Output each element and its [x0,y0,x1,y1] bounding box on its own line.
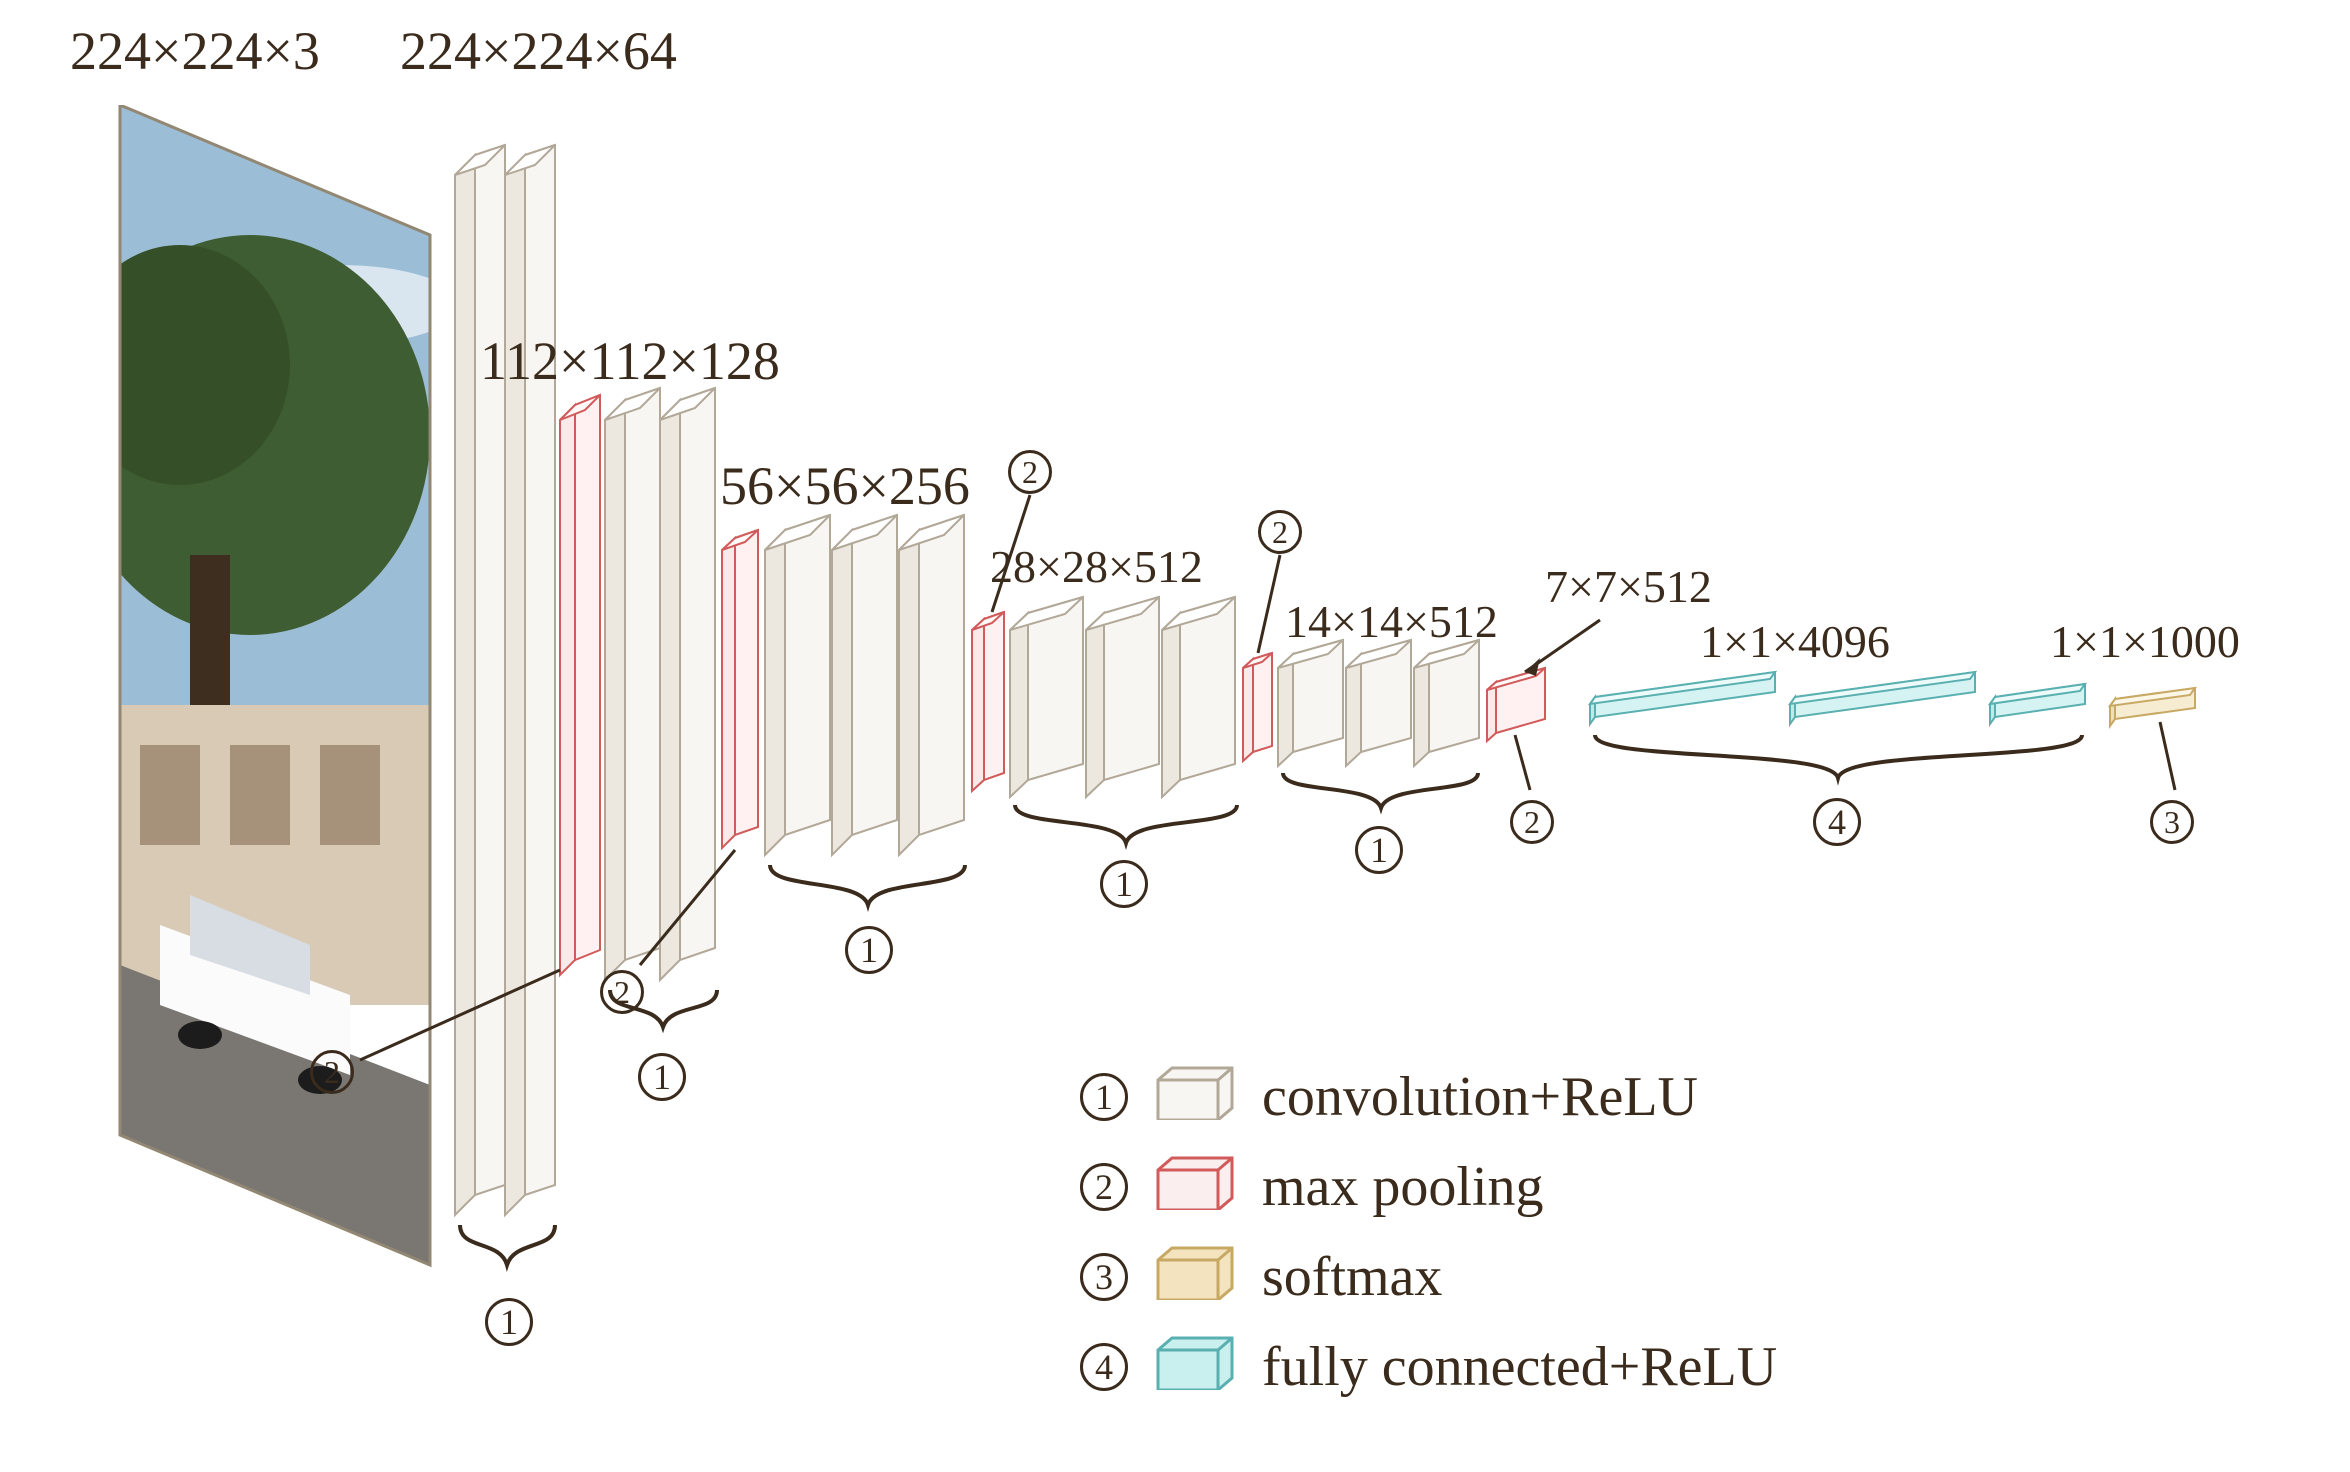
label-stage3-dims: 56×56×256 [720,455,970,517]
label-fc1000-dims: 1×1×1000 [2050,615,2240,668]
legend-cube-softmax [1150,1240,1240,1314]
ref-stage1-conv: 1 [485,1290,533,1346]
legend-row-pool: 2 max pooling [1080,1150,1777,1224]
label-pool5-dims: 7×7×512 [1545,560,1712,613]
legend-cube-fc [1150,1330,1240,1404]
legend-label-conv: convolution+ReLU [1262,1065,1698,1129]
ref-stage3-conv: 1 [845,918,893,974]
ref-pool5: 2 [1510,790,1554,845]
legend-label-softmax: softmax [1262,1245,1442,1309]
brace-stage3 [765,860,975,920]
label-stage4-dims: 28×28×512 [990,540,1203,593]
legend-num-1: 1 [1080,1073,1128,1121]
ref-pool3-top: 2 [1008,440,1052,495]
brace-stage5 [1278,768,1488,820]
label-stage1-dims: 224×224×64 [400,20,677,82]
diagram-stage: 224×224×3 224×224×64 112×112×128 56×56×2… [0,0,2350,1472]
ref-stage4-conv: 1 [1100,852,1148,908]
legend: 1 convolution+ReLU 2 max pooling 3 softm… [1080,1060,1777,1420]
ref-softmax: 3 [2150,790,2194,845]
label-fc4096-dims: 1×1×4096 [1700,615,1890,668]
legend-row-softmax: 3 softmax [1080,1240,1777,1314]
ref-stage2-conv: 1 [638,1045,686,1101]
brace-stage1 [455,1220,565,1290]
legend-row-fc: 4 fully connected+ReLU [1080,1330,1777,1404]
ref-pool4-top: 2 [1258,500,1302,555]
ref-fc: 4 [1813,790,1861,846]
label-stage5-dims: 14×14×512 [1285,595,1498,648]
legend-cube-conv [1150,1060,1240,1134]
label-input-dims: 224×224×3 [70,20,320,82]
legend-label-pool: max pooling [1262,1155,1544,1219]
legend-num-2: 2 [1080,1163,1128,1211]
legend-cube-pool [1150,1150,1240,1224]
brace-fc [1590,730,2090,790]
ref-pool1-left: 2 [310,1040,354,1095]
ref-pool2-low: 2 [600,960,644,1015]
ref-stage5-conv: 1 [1355,818,1403,874]
legend-label-fc: fully connected+ReLU [1262,1335,1777,1399]
brace-stage4 [1010,800,1245,855]
legend-num-4: 4 [1080,1343,1128,1391]
legend-row-conv: 1 convolution+ReLU [1080,1060,1777,1134]
legend-num-3: 3 [1080,1253,1128,1301]
label-stage2-dims: 112×112×128 [480,330,780,392]
